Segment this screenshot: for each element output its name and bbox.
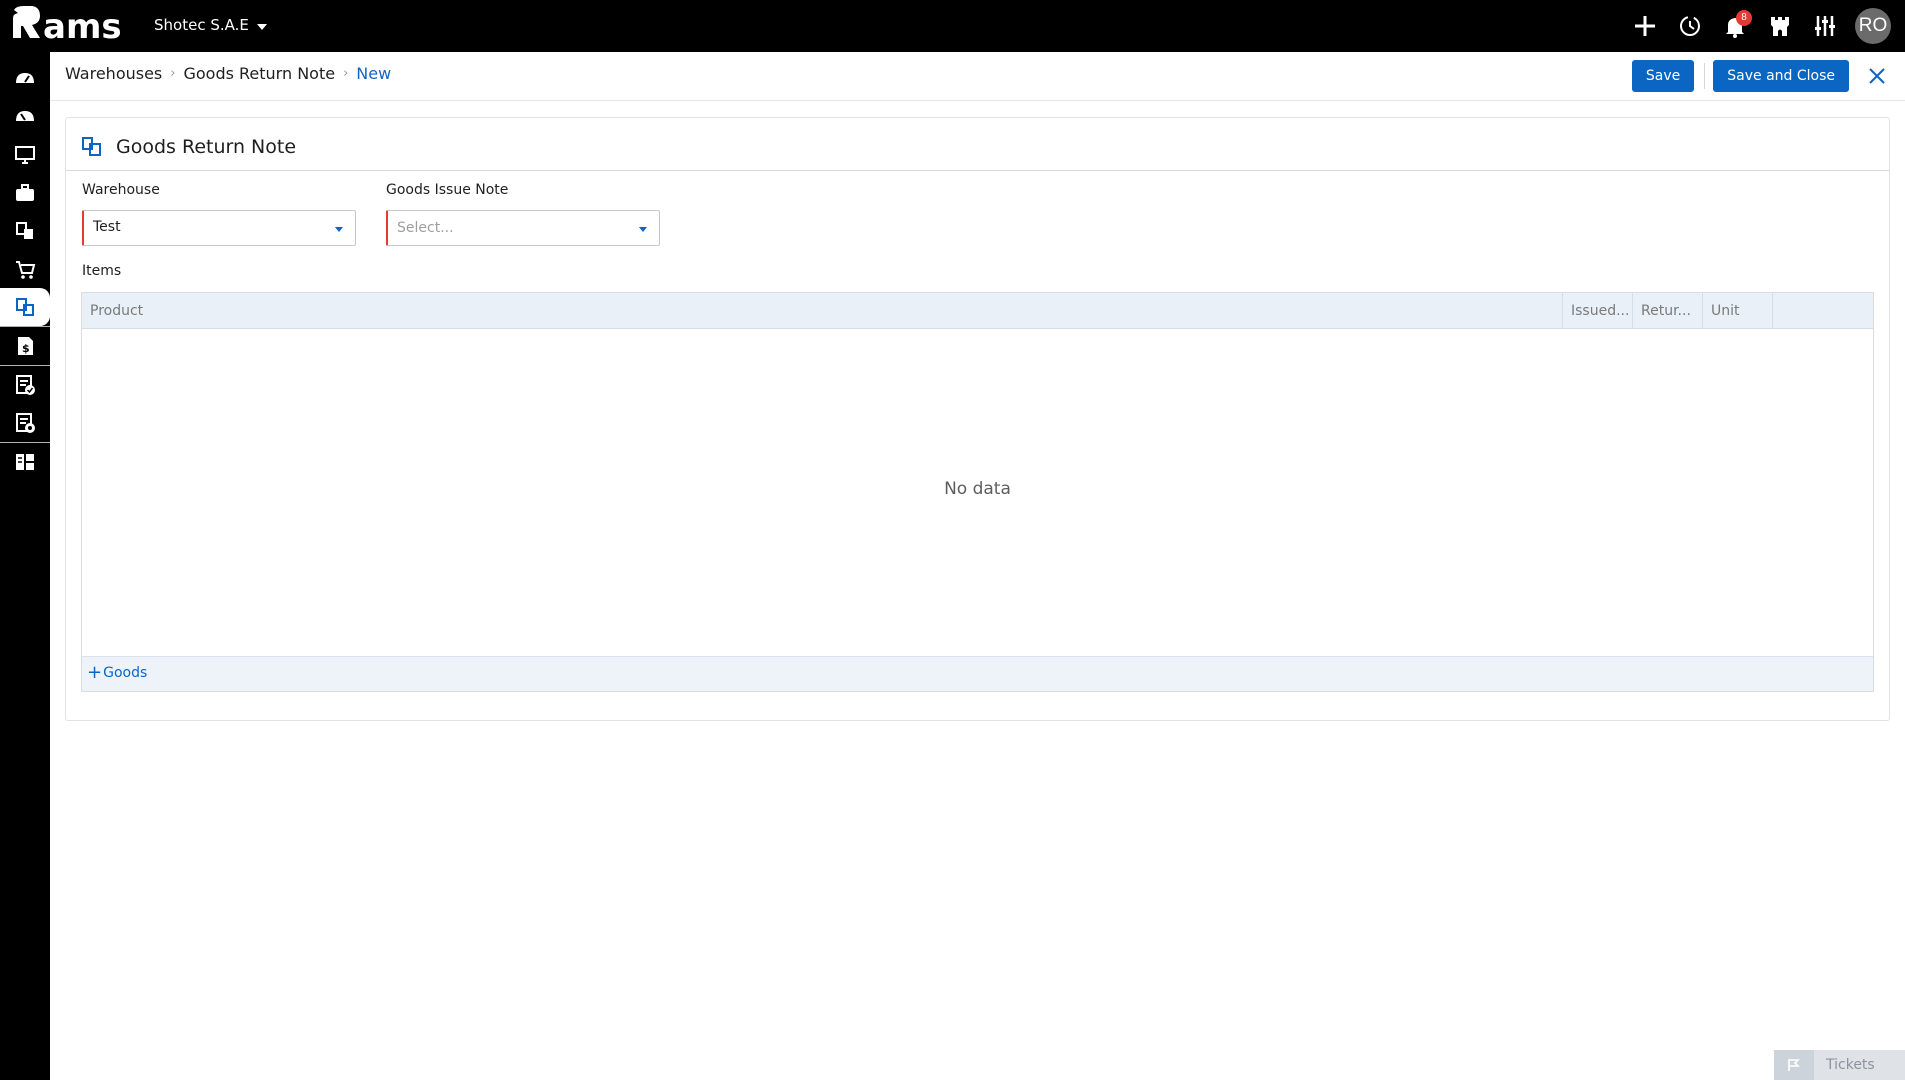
warehouse-value: Test: [93, 219, 121, 235]
goods-return-icon: [82, 137, 101, 156]
chevron-down-icon: [335, 227, 343, 232]
layout-icon[interactable]: [0, 443, 50, 481]
logo-text: ams: [43, 7, 122, 46]
goods-return-icon[interactable]: [0, 288, 50, 326]
svg-text:$: $: [22, 342, 30, 355]
breadcrumb: Warehouses › Goods Return Note › New: [65, 64, 391, 83]
flag-icon: [1774, 1050, 1814, 1080]
chevron-down-icon: [639, 227, 647, 232]
company-selector[interactable]: Shotec S.A.E: [154, 16, 267, 34]
form-card: Goods Return Note Warehouse Test Goods I…: [65, 117, 1890, 721]
warehouse-select[interactable]: Test: [82, 210, 356, 246]
column-returned[interactable]: Retur...: [1633, 293, 1703, 329]
company-name: Shotec S.A.E: [154, 16, 249, 34]
goods-issue-note-placeholder: Select...: [397, 220, 454, 236]
plus-icon: +: [87, 662, 103, 683]
notification-badge: 8: [1736, 10, 1752, 26]
goods-issue-note-select[interactable]: Select...: [386, 210, 660, 246]
history-icon[interactable]: [1667, 0, 1712, 52]
sidebar-divider: [0, 365, 50, 366]
dashboard-icon[interactable]: [0, 60, 50, 98]
warehouse-doc-icon[interactable]: [0, 212, 50, 250]
avatar[interactable]: RO: [1855, 8, 1891, 44]
chevron-right-icon: ›: [170, 66, 176, 81]
items-grid: Product Issued... Retur... Unit No data …: [81, 292, 1874, 692]
chevron-right-icon: ›: [343, 66, 349, 81]
sliders-icon[interactable]: [1802, 0, 1847, 52]
chevron-down-icon: [256, 24, 267, 30]
breadcrumb-goods-return-note[interactable]: Goods Return Note: [183, 64, 335, 83]
tickets-button[interactable]: Tickets: [1774, 1050, 1905, 1080]
grid-footer: + Goods: [82, 656, 1873, 691]
save-and-close-button[interactable]: Save and Close: [1713, 60, 1849, 92]
cart-icon[interactable]: [0, 250, 50, 288]
tickets-label: Tickets: [1826, 1057, 1875, 1073]
money-doc-icon[interactable]: $: [0, 327, 50, 365]
header-actions: Save Save and Close: [1631, 60, 1905, 92]
breadcrumb-new: New: [356, 64, 392, 83]
sidebar: $: [0, 52, 50, 1080]
close-icon[interactable]: [1863, 62, 1891, 90]
sidebar-divider: [0, 442, 50, 443]
doc-settings-icon[interactable]: [0, 404, 50, 442]
column-actions: [1773, 293, 1873, 329]
top-actions: 8 RO: [1622, 0, 1905, 52]
page-header: Warehouses › Goods Return Note › New Sav…: [50, 52, 1905, 101]
grid-header: Product Issued... Retur... Unit: [82, 293, 1873, 329]
goods-issue-note-label: Goods Issue Note: [386, 182, 509, 198]
save-button[interactable]: Save: [1631, 60, 1695, 92]
dashboard-alt-icon[interactable]: [0, 98, 50, 136]
sidebar-divider: [0, 326, 50, 327]
items-label: Items: [82, 263, 122, 279]
top-bar: ams Shotec S.A.E 8 RO: [0, 0, 1905, 52]
form-title: Goods Return Note: [82, 136, 296, 158]
title-divider: [66, 170, 1889, 171]
castle-icon[interactable]: [1757, 0, 1802, 52]
column-product[interactable]: Product: [82, 293, 1563, 329]
bell-icon[interactable]: 8: [1712, 0, 1757, 52]
column-issued[interactable]: Issued...: [1563, 293, 1633, 329]
briefcase-icon[interactable]: [0, 174, 50, 212]
add-goods-label: Goods: [103, 665, 148, 681]
warehouse-label: Warehouse: [82, 182, 160, 198]
divider: [1704, 63, 1706, 89]
monitor-icon[interactable]: [0, 136, 50, 174]
doc-check-icon[interactable]: [0, 366, 50, 404]
plus-icon[interactable]: [1622, 0, 1667, 52]
app-logo[interactable]: ams: [10, 4, 134, 46]
form-title-text: Goods Return Note: [116, 136, 297, 158]
add-goods-button[interactable]: + Goods: [87, 662, 148, 683]
no-data-message: No data: [944, 479, 1011, 499]
breadcrumb-warehouses[interactable]: Warehouses: [65, 64, 162, 83]
column-unit[interactable]: Unit: [1703, 293, 1773, 329]
